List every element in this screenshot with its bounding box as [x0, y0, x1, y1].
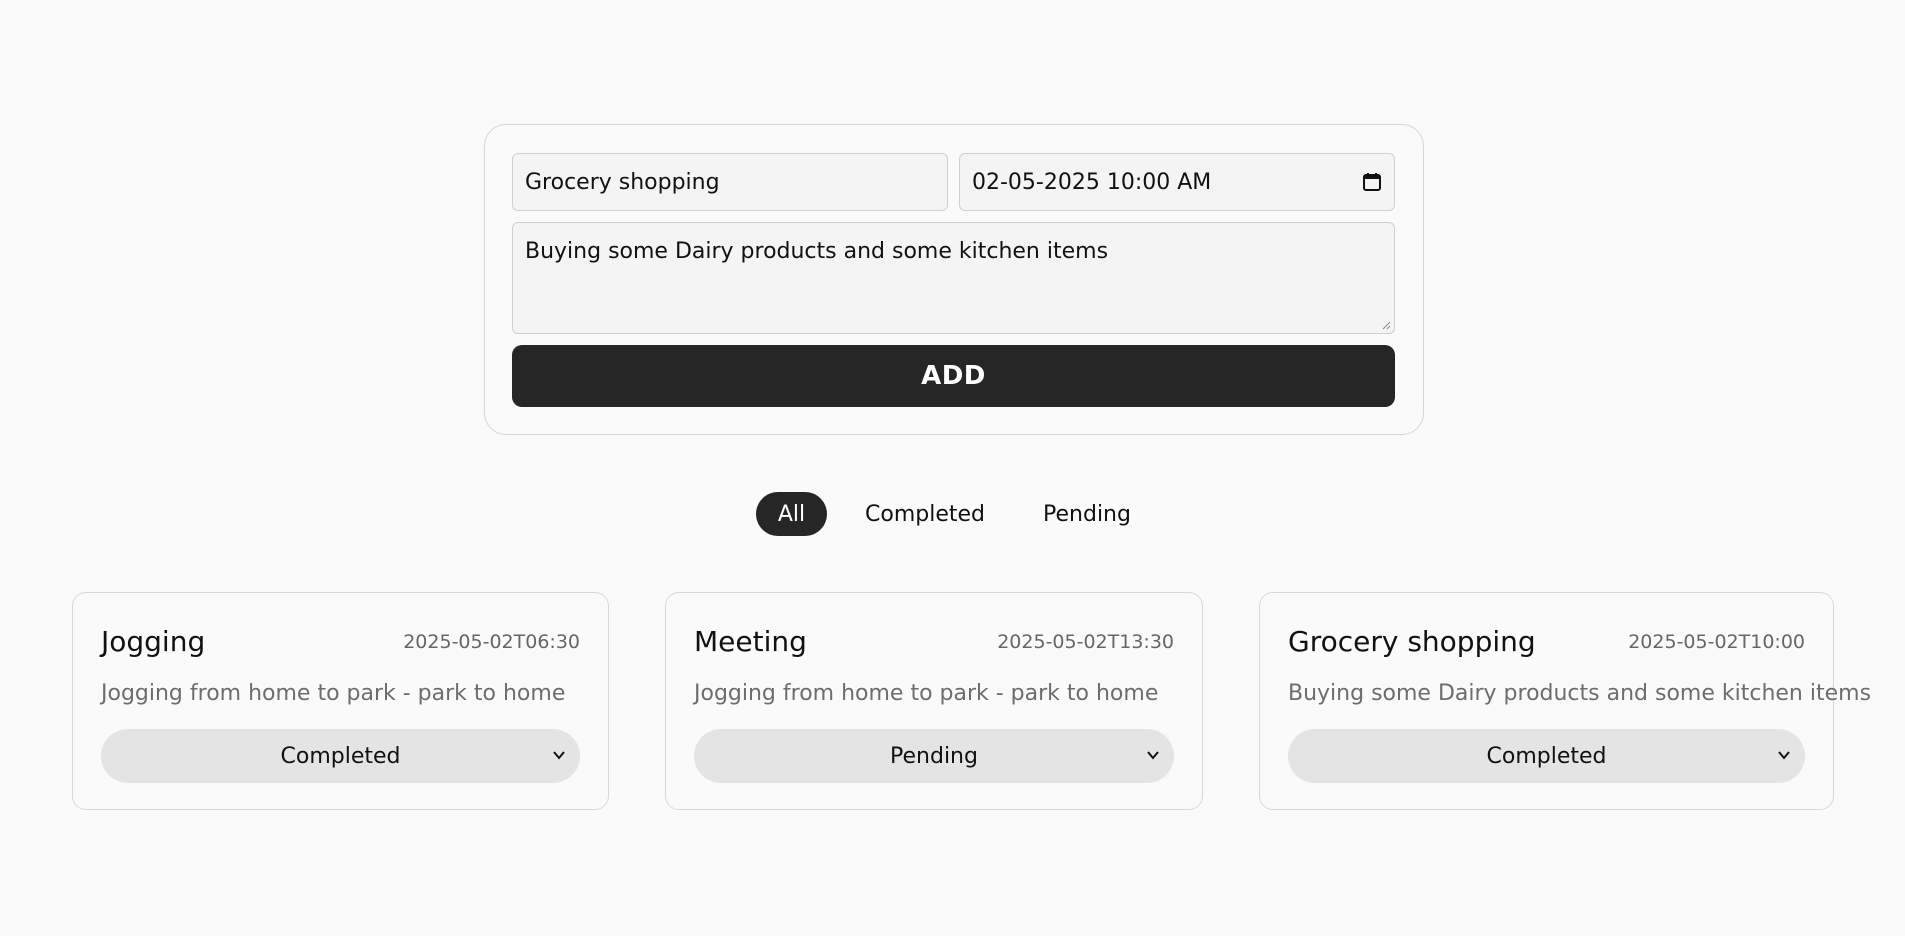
- status-select[interactable]: Completed: [1288, 729, 1805, 783]
- tab-pending[interactable]: Pending: [1030, 492, 1144, 536]
- chevron-down-icon: [1778, 751, 1790, 760]
- title-input[interactable]: Grocery shopping: [512, 153, 948, 211]
- task-card: Meeting 2025-05-02T13:30 Jogging from ho…: [665, 592, 1203, 810]
- datetime-input-value: 02-05-2025 10:00 AM: [972, 169, 1212, 195]
- task-date: 2025-05-02T13:30: [997, 631, 1174, 653]
- datetime-input[interactable]: 02-05-2025 10:00 AM: [959, 153, 1395, 211]
- task-card: Jogging 2025-05-02T06:30 Jogging from ho…: [72, 592, 609, 810]
- task-date: 2025-05-02T10:00: [1628, 631, 1805, 653]
- tab-completed-label: Completed: [865, 501, 985, 527]
- status-select-value: Pending: [890, 743, 978, 769]
- calendar-icon[interactable]: [1362, 172, 1382, 192]
- task-title: Grocery shopping: [1288, 625, 1536, 658]
- task-date: 2025-05-02T06:30: [403, 631, 580, 653]
- task-description: Buying some Dairy products and some kitc…: [1288, 681, 1872, 706]
- tab-pending-label: Pending: [1043, 501, 1131, 527]
- add-button[interactable]: ADD: [512, 345, 1395, 407]
- task-title: Jogging: [101, 625, 206, 658]
- status-select-value: Completed: [1486, 743, 1607, 769]
- status-select-value: Completed: [280, 743, 401, 769]
- status-select[interactable]: Completed: [101, 729, 580, 783]
- task-title: Meeting: [694, 625, 807, 658]
- tab-all-label: All: [777, 501, 806, 527]
- add-button-label: ADD: [921, 361, 986, 391]
- chevron-down-icon: [553, 751, 565, 760]
- title-input-value: Grocery shopping: [525, 169, 720, 195]
- description-textarea[interactable]: Buying some Dairy products and some kitc…: [512, 222, 1395, 334]
- chevron-down-icon: [1147, 751, 1159, 760]
- tab-all[interactable]: All: [756, 492, 827, 536]
- task-description: Jogging from home to park - park to home: [694, 681, 1159, 706]
- status-select[interactable]: Pending: [694, 729, 1174, 783]
- task-description: Jogging from home to park - park to home: [101, 681, 566, 706]
- task-form: Grocery shopping 02-05-2025 10:00 AM Buy…: [484, 124, 1424, 435]
- task-card: Grocery shopping 2025-05-02T10:00 Buying…: [1259, 592, 1871, 810]
- filter-tabs: All Completed Pending: [0, 492, 1905, 536]
- description-value: Buying some Dairy products and some kitc…: [525, 239, 1109, 264]
- tab-completed[interactable]: Completed: [858, 492, 992, 536]
- resize-handle-icon[interactable]: [1381, 320, 1391, 330]
